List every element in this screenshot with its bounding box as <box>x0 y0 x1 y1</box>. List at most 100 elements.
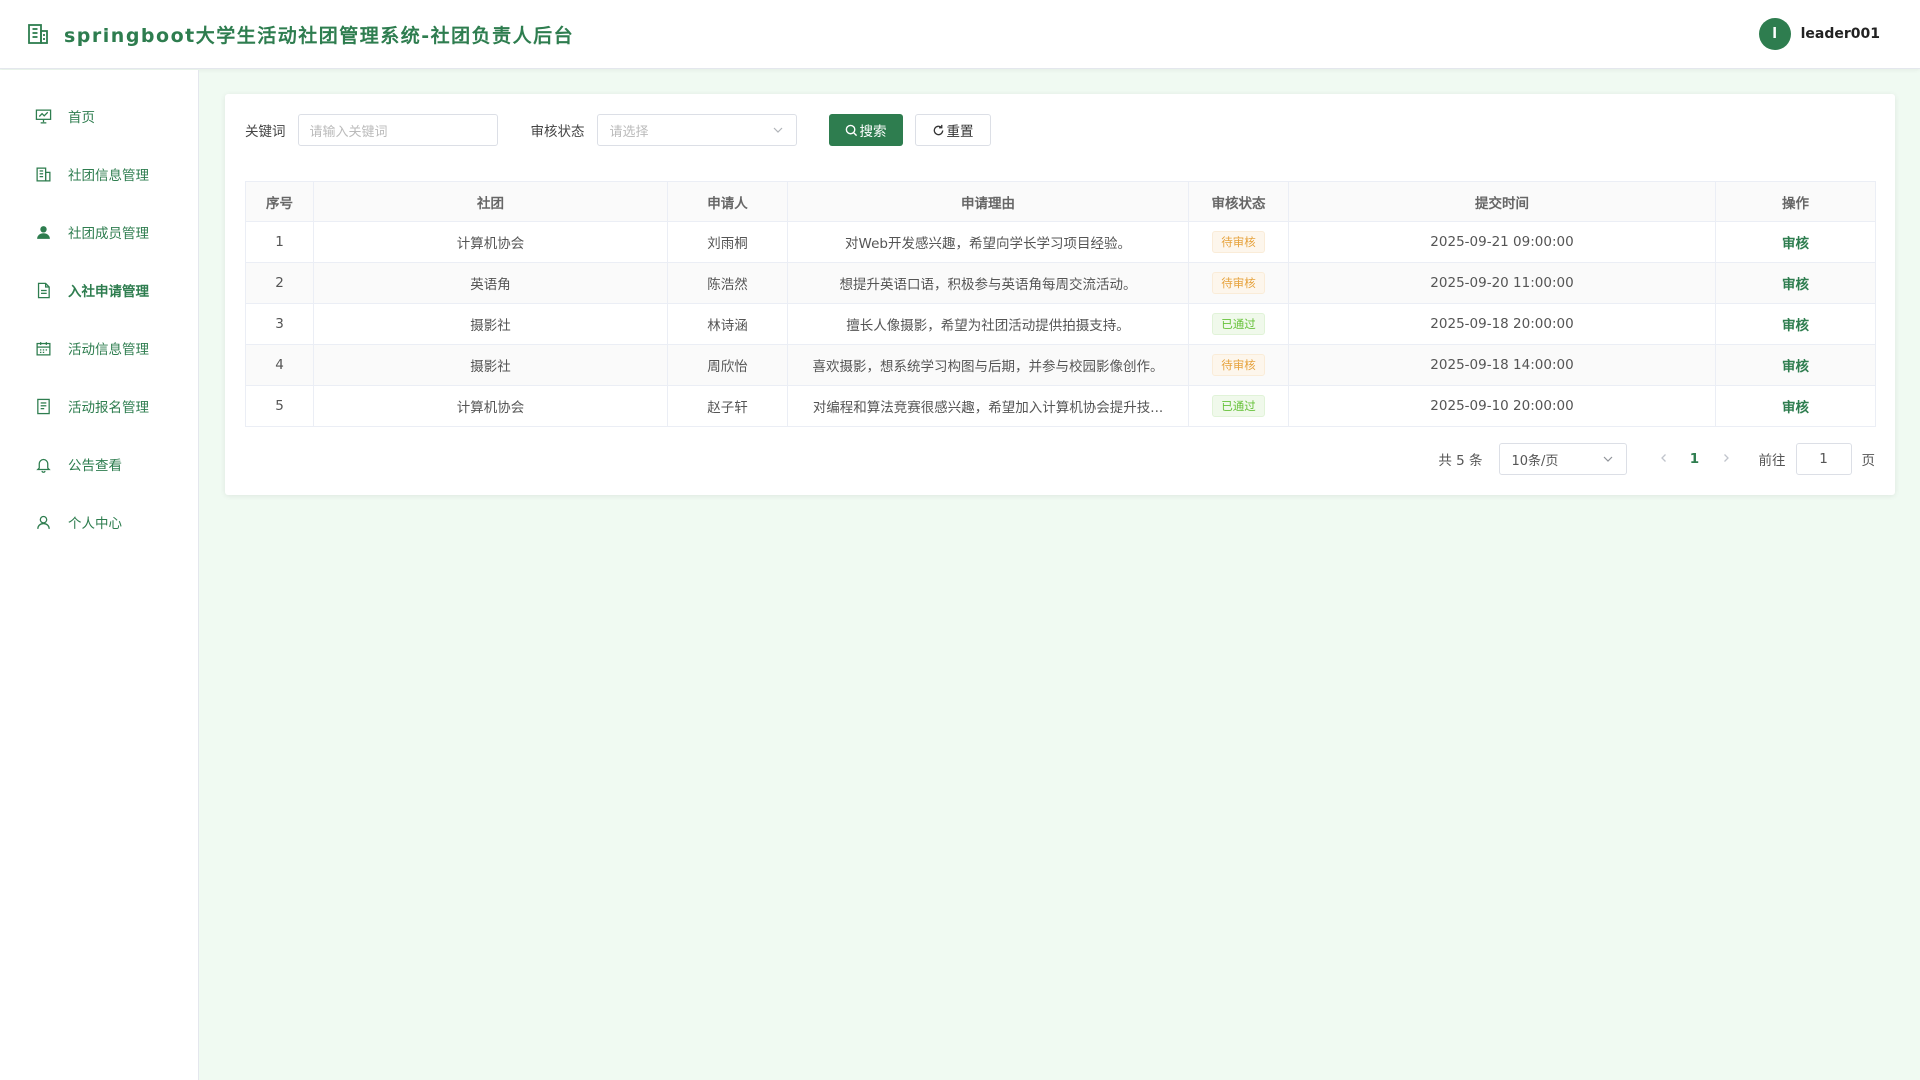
sidebar-item-profile[interactable]: 个人中心 <box>0 493 198 551</box>
cell-applicant: 周欣怡 <box>667 344 788 386</box>
table-row: 4 摄影社 周欣怡 喜欢摄影，想系统学习构图与后期，并参与校园影像创作。 待审核… <box>245 344 1876 386</box>
review-button[interactable]: 审核 <box>1782 400 1809 416</box>
goto-page-value: 1 <box>1819 451 1828 467</box>
user-icon <box>34 513 52 531</box>
user-filled-icon <box>34 223 52 241</box>
review-button[interactable]: 审核 <box>1782 277 1809 293</box>
cell-time: 2025-09-10 20:00:00 <box>1288 385 1716 427</box>
chevron-right-icon <box>1723 454 1729 462</box>
keyword-label: 关键词 <box>245 124 286 140</box>
sidebar-item-announcements[interactable]: 公告查看 <box>0 435 198 493</box>
next-page-button[interactable] <box>1711 451 1741 467</box>
search-form: 关键词 请输入关键词 审核状态 请选择 搜索 重置 <box>245 114 991 146</box>
review-button[interactable]: 审核 <box>1782 318 1809 334</box>
cell-status: 已通过 <box>1188 385 1289 427</box>
cell-status: 待审核 <box>1188 262 1289 304</box>
keyword-placeholder: 请输入关键词 <box>309 124 388 140</box>
status-badge: 待审核 <box>1212 354 1265 376</box>
cell-applicant: 刘雨桐 <box>667 221 788 263</box>
cell-time: 2025-09-18 14:00:00 <box>1288 344 1716 386</box>
applications-panel: 关键词 请输入关键词 审核状态 请选择 搜索 重置 序号 社团 申请人 申请理由 <box>225 94 1895 495</box>
cell-club: 英语角 <box>313 262 668 304</box>
user-menu[interactable]: l leader001 <box>1758 18 1880 50</box>
cell-time: 2025-09-18 20:00:00 <box>1288 303 1716 345</box>
chevron-down-icon <box>1603 456 1612 462</box>
column-header: 社团 <box>313 181 668 222</box>
cell-reason: 擅长人像摄影，希望为社团活动提供拍摄支持。 <box>787 303 1189 345</box>
page-size-select[interactable]: 10条/页 <box>1498 443 1627 475</box>
page-suffix: 页 <box>1861 453 1876 469</box>
sidebar-item-activities[interactable]: 活动信息管理 <box>0 319 198 377</box>
cell-club: 摄影社 <box>313 344 668 386</box>
goto-label: 前往 <box>1758 453 1786 469</box>
cell-applicant: 陈浩然 <box>667 262 788 304</box>
cell-action: 审核 <box>1715 262 1876 304</box>
column-header: 提交时间 <box>1288 181 1716 222</box>
sidebar-item-club-info[interactable]: 社团信息管理 <box>0 145 198 203</box>
cell-reason: 对编程和算法竞赛很感兴趣，希望加入计算机协会提升技... <box>787 385 1189 427</box>
cell-index: 2 <box>245 262 314 304</box>
pagination-total: 共 5 条 <box>1438 453 1483 469</box>
sidebar-item-label: 社团成员管理 <box>68 226 149 242</box>
cell-time: 2025-09-21 09:00:00 <box>1288 221 1716 263</box>
cell-status: 已通过 <box>1188 303 1289 345</box>
goto-page-input[interactable]: 1 <box>1795 443 1852 475</box>
reset-button-label: 重置 <box>946 124 974 140</box>
cell-club: 计算机协会 <box>313 385 668 427</box>
cell-action: 审核 <box>1715 303 1876 345</box>
cell-time: 2025-09-20 11:00:00 <box>1288 262 1716 304</box>
status-badge: 待审核 <box>1212 231 1265 253</box>
table-row: 2 英语角 陈浩然 想提升英语口语，积极参与英语角每周交流活动。 待审核 202… <box>245 262 1876 304</box>
status-badge: 已通过 <box>1212 395 1265 417</box>
sidebar-item-label: 首页 <box>68 110 95 126</box>
chevron-down-icon <box>773 127 782 133</box>
cell-applicant: 林诗涵 <box>667 303 788 345</box>
building-icon <box>34 165 52 183</box>
sidebar-item-registrations[interactable]: 活动报名管理 <box>0 377 198 435</box>
search-button-label: 搜索 <box>859 124 887 140</box>
chevron-left-icon <box>1660 454 1666 462</box>
sidebar-item-label: 社团信息管理 <box>68 168 149 184</box>
building-icon <box>28 24 48 44</box>
cell-action: 审核 <box>1715 344 1876 386</box>
column-header: 序号 <box>245 181 314 222</box>
applications-table: 序号 社团 申请人 申请理由 审核状态 提交时间 操作 1 计算机协会 刘雨桐 … <box>245 181 1876 427</box>
cell-reason: 对Web开发感兴趣，希望向学长学习项目经验。 <box>787 221 1189 263</box>
review-button[interactable]: 审核 <box>1782 359 1809 375</box>
status-label: 审核状态 <box>530 124 585 140</box>
prev-page-button[interactable] <box>1649 451 1679 467</box>
sidebar-item-label: 公告查看 <box>68 458 122 474</box>
status-select[interactable]: 请选择 <box>596 114 797 146</box>
sidebar-item-members[interactable]: 社团成员管理 <box>0 203 198 261</box>
page-size-value: 10条/页 <box>1511 453 1559 469</box>
top-header: springboot大学生活动社团管理系统-社团负责人后台 l leader00… <box>0 0 1920 69</box>
cell-status: 待审核 <box>1188 344 1289 386</box>
search-button[interactable]: 搜索 <box>828 114 903 146</box>
tickets-icon <box>34 397 52 415</box>
sidebar-item-home[interactable]: 首页 <box>0 87 198 145</box>
refresh-icon <box>933 124 943 135</box>
column-header: 操作 <box>1715 181 1876 222</box>
cell-index: 3 <box>245 303 314 345</box>
cell-action: 审核 <box>1715 221 1876 263</box>
table-row: 5 计算机协会 赵子轩 对编程和算法竞赛很感兴趣，希望加入计算机协会提升技...… <box>245 385 1876 427</box>
column-header: 审核状态 <box>1188 181 1289 222</box>
sidebar-item-label: 活动信息管理 <box>68 342 149 358</box>
sidebar-item-label: 个人中心 <box>68 516 122 532</box>
cell-reason: 想提升英语口语，积极参与英语角每周交流活动。 <box>787 262 1189 304</box>
calendar-icon <box>34 339 52 357</box>
review-button[interactable]: 审核 <box>1782 236 1809 252</box>
page-number-current[interactable]: 1 <box>1679 451 1711 467</box>
cell-status: 待审核 <box>1188 221 1289 263</box>
sidebar-item-applications[interactable]: 入社申请管理 <box>0 261 198 319</box>
username[interactable]: leader001 <box>1801 26 1880 42</box>
status-badge: 已通过 <box>1212 313 1265 335</box>
cell-index: 5 <box>245 385 314 427</box>
keyword-input[interactable]: 请输入关键词 <box>297 114 498 146</box>
avatar[interactable]: l <box>1758 18 1791 50</box>
column-header: 申请人 <box>667 181 788 222</box>
bell-icon <box>34 455 52 473</box>
reset-button[interactable]: 重置 <box>914 114 991 146</box>
table-header-row: 序号 社团 申请人 申请理由 审核状态 提交时间 操作 <box>245 181 1876 222</box>
table-row: 1 计算机协会 刘雨桐 对Web开发感兴趣，希望向学长学习项目经验。 待审核 2… <box>245 221 1876 263</box>
